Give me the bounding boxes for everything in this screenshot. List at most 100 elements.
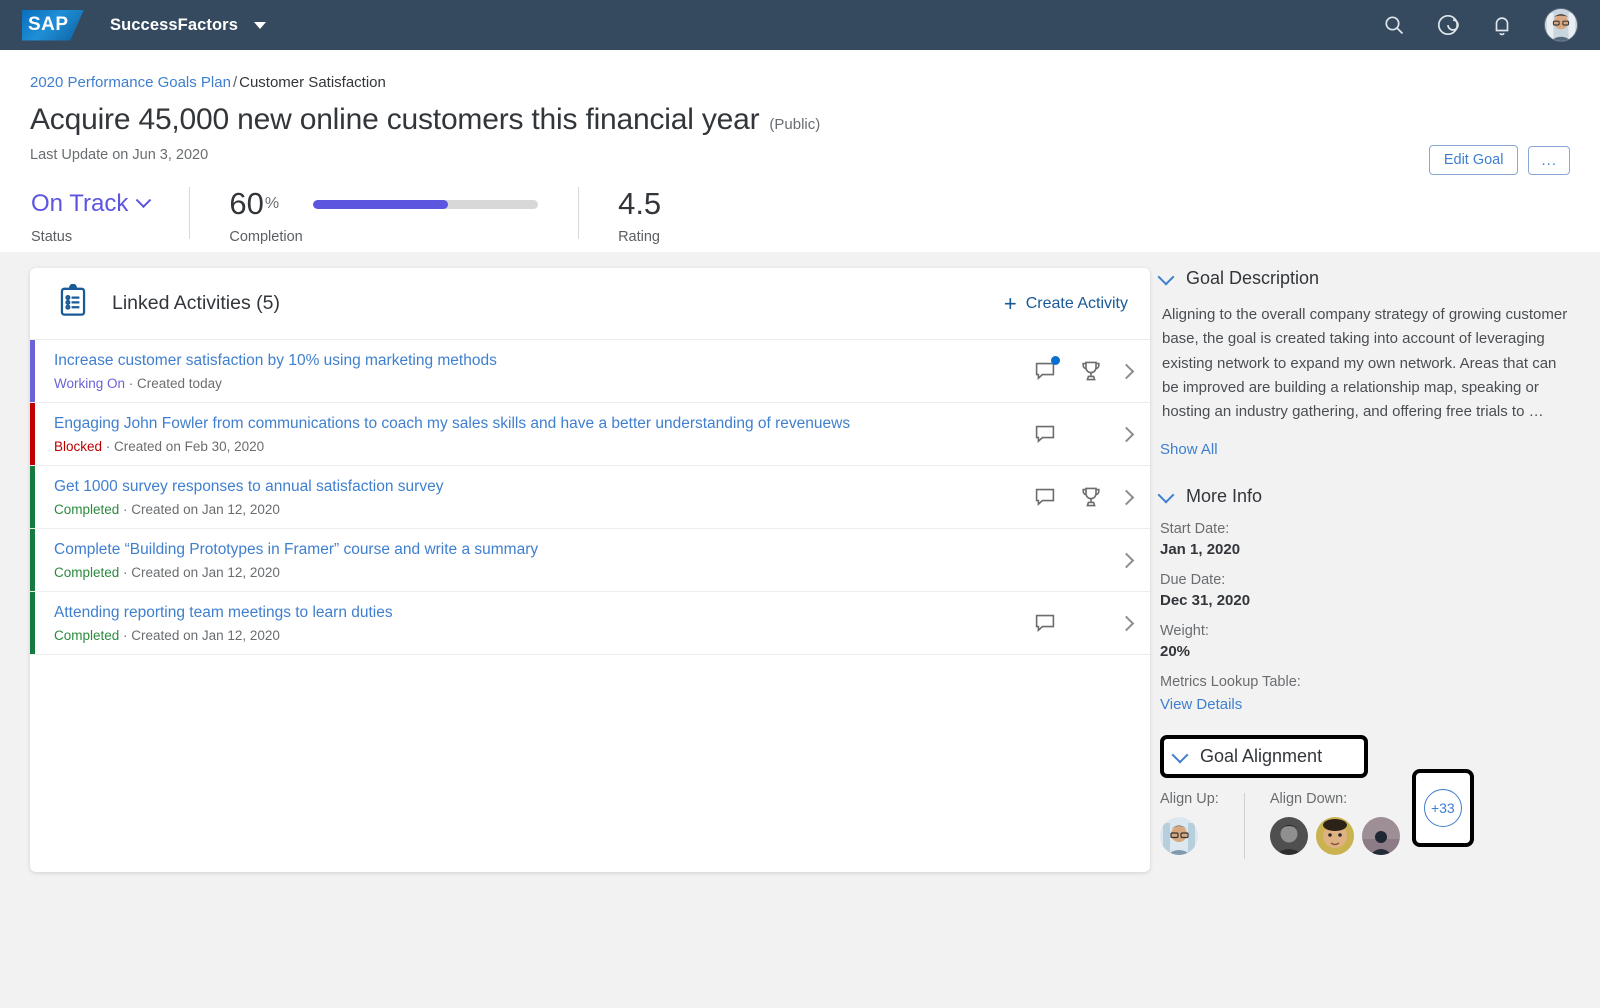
goal-alignment-section: Goal Alignment Align Up: Align Down: +33 <box>1160 713 1576 869</box>
more-info-fields: Start Date: Jan 1, 2020 Due Date: Dec 31, 2… <box>1160 521 1576 660</box>
global-header: SAP SuccessFactors <box>0 0 1600 50</box>
sap-logo-text: SAP <box>28 14 69 35</box>
table-row[interactable]: Get 1000 survey responses to annual sati… <box>30 466 1150 529</box>
chevron-right-icon[interactable] <box>1118 363 1135 379</box>
comment-icon[interactable] <box>1033 356 1060 383</box>
status-value[interactable]: On Track <box>31 190 128 218</box>
comment-icon <box>1033 548 1057 572</box>
breadcrumb: 2020 Performance Goals Plan / Customer Sat… <box>30 74 1570 91</box>
avatar[interactable] <box>1160 817 1198 856</box>
search-icon[interactable] <box>1382 13 1406 37</box>
chevron-right-icon[interactable] <box>1118 426 1135 442</box>
kpi-completion-label: Completion <box>229 229 303 245</box>
table-row[interactable]: Engaging John Fowler from communications… <box>30 403 1150 466</box>
activity-meta: Blocked · Created on Feb 30, 2020 <box>54 439 1033 454</box>
activity-icons <box>1033 485 1103 509</box>
brand-label: SuccessFactors <box>110 15 238 34</box>
avatar[interactable] <box>1544 8 1578 42</box>
brand-menu[interactable]: SuccessFactors <box>84 15 267 35</box>
chevron-right-icon[interactable] <box>1118 552 1135 568</box>
goal-header: 2020 Performance Goals Plan / Customer Sat… <box>0 50 1600 252</box>
trophy-icon <box>1079 611 1103 635</box>
create-activity-button[interactable]: + Create Activity <box>1004 292 1128 315</box>
completion-value: 60 <box>229 186 264 221</box>
edit-goal-button[interactable]: Edit Goal <box>1428 145 1519 175</box>
main-column: Linked Activities (5) + Create Activity … <box>0 268 1160 1008</box>
align-down-avatars <box>1269 817 1400 856</box>
chevron-right-icon[interactable] <box>1118 489 1135 505</box>
comment-icon[interactable] <box>1033 485 1057 509</box>
global-header-actions <box>1382 8 1578 42</box>
activity-meta: Working On · Created today <box>54 376 1033 391</box>
activity-status-bar <box>30 529 35 591</box>
trophy-icon[interactable] <box>1079 485 1103 509</box>
more-info-section: More Info Start Date: Jan 1, 2020 Due Date… <box>1157 486 1576 713</box>
avatar[interactable] <box>1315 817 1354 856</box>
info-field-label: Start Date: <box>1160 521 1230 538</box>
comment-icon[interactable] <box>1033 611 1057 635</box>
chevron-down-icon[interactable] <box>136 191 152 208</box>
more-info-heading: More Info <box>1186 486 1263 507</box>
activity-list: Increase customer satisfaction by 10% us… <box>30 340 1150 655</box>
activity-status-bar <box>30 592 35 654</box>
view-details-link[interactable]: View Details <box>1160 696 1242 713</box>
table-row[interactable]: Increase customer satisfaction by 10% us… <box>30 340 1150 403</box>
clipboard-icon <box>56 283 90 323</box>
detail-sidebar: Goal Description Aligning to the overall… <box>1157 268 1600 1008</box>
info-field-value: Jan 1, 2020 <box>1160 541 1241 559</box>
align-up-label: Align Up: <box>1160 791 1219 808</box>
page-body: Linked Activities (5) + Create Activity … <box>0 252 1600 1008</box>
target-icon[interactable] <box>1436 13 1460 37</box>
status-badge: Completed <box>54 501 120 517</box>
trophy-icon[interactable] <box>1079 359 1103 383</box>
unread-badge-dot <box>1051 356 1060 365</box>
activity-name-link[interactable]: Get 1000 survey responses to annual sati… <box>54 477 1033 496</box>
goal-description-section: Goal Description Aligning to the overall… <box>1157 268 1576 459</box>
trophy-icon <box>1079 422 1103 446</box>
activity-status-bar <box>30 340 35 402</box>
completion-progress-fill <box>313 199 449 209</box>
activity-created-text: · Created on Jan 12, 2020 <box>119 501 280 517</box>
goal-description-toggle[interactable]: Goal Description <box>1157 268 1576 289</box>
show-all-link[interactable]: Show All <box>1160 441 1218 458</box>
linked-activities-title: Linked Activities (5) <box>112 292 280 314</box>
activity-created-text: · Created on Jan 12, 2020 <box>119 627 280 643</box>
table-row[interactable]: Attending reporting team meetings to lea… <box>30 592 1150 655</box>
notifications-bell-icon[interactable] <box>1490 13 1514 37</box>
goal-kpi-row: On Track Status 60 % Completion 4.5 Rati… <box>30 185 1570 245</box>
chevron-down-icon <box>1157 486 1175 504</box>
activity-created-text: · Created on Feb 30, 2020 <box>102 438 265 454</box>
align-down-label: Align Down: <box>1269 791 1348 808</box>
activity-name-link[interactable]: Engaging John Fowler from communications… <box>54 414 1033 433</box>
activity-meta: Completed · Created on Jan 12, 2020 <box>54 628 1033 643</box>
info-field-value: 20% <box>1160 643 1191 661</box>
more-actions-button[interactable]: ... <box>1528 145 1570 175</box>
info-field-value: Dec 31, 2020 <box>1160 592 1251 610</box>
goal-alignment-toggle[interactable]: Goal Alignment <box>1160 735 1368 779</box>
avatar[interactable] <box>1361 817 1400 856</box>
kpi-status: On Track Status <box>31 185 189 245</box>
chevron-right-icon[interactable] <box>1118 615 1135 631</box>
alignment-overflow-count[interactable]: +33 <box>1423 789 1462 828</box>
avatar[interactable] <box>1269 817 1308 856</box>
more-info-toggle[interactable]: More Info <box>1157 486 1576 507</box>
status-badge: Working On <box>54 375 126 391</box>
activity-name-link[interactable]: Increase customer satisfaction by 10% us… <box>54 351 1033 370</box>
linked-activities-header: Linked Activities (5) + Create Activity <box>30 268 1150 340</box>
goal-alignment-heading: Goal Alignment <box>1200 746 1323 767</box>
status-badge: Blocked <box>54 438 103 454</box>
table-row[interactable]: Complete “Building Prototypes in Framer”… <box>30 529 1150 592</box>
comment-icon[interactable] <box>1033 422 1057 446</box>
info-field-label: Weight: <box>1160 623 1209 640</box>
header-actions: Edit Goal ... <box>1428 145 1570 175</box>
activity-name-link[interactable]: Attending reporting team meetings to lea… <box>54 603 1033 622</box>
kpi-rating: 4.5 Rating <box>578 185 701 245</box>
sap-logo[interactable]: SAP <box>22 9 84 41</box>
completion-unit: % <box>264 195 280 212</box>
activity-icons <box>1033 356 1103 383</box>
activity-text-block: Get 1000 survey responses to annual sati… <box>54 477 1033 516</box>
activity-status-bar <box>30 403 35 465</box>
activity-name-link[interactable]: Complete “Building Prototypes in Framer”… <box>54 540 1033 559</box>
activity-icons <box>1033 422 1103 446</box>
breadcrumb-link-goals-plan[interactable]: 2020 Performance Goals Plan <box>30 74 231 91</box>
